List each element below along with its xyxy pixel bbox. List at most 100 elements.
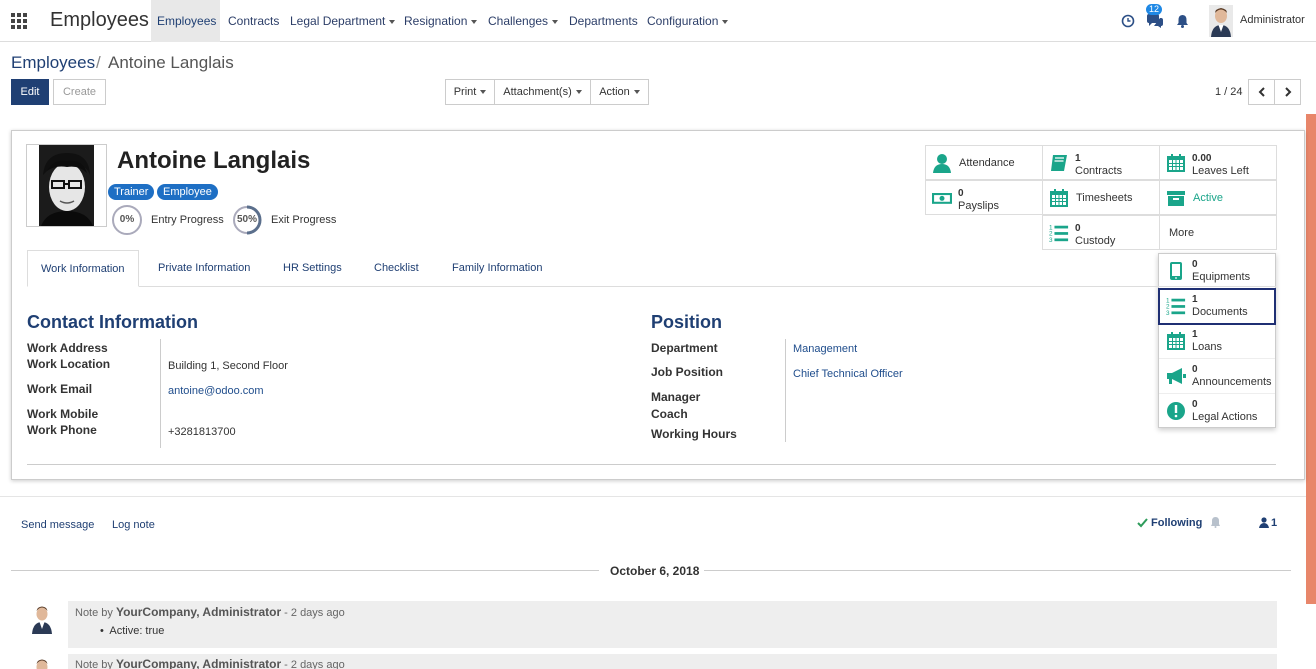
leaves-left-button[interactable]: 0.00 Leaves Left xyxy=(1159,145,1277,180)
pager-next-button[interactable] xyxy=(1274,79,1301,105)
pager-value: 1 / 24 xyxy=(1215,86,1243,98)
tab-checklist[interactable]: Checklist xyxy=(361,250,432,287)
messages-count-badge: 12 xyxy=(1146,4,1163,15)
entry-progress-circle: 0% xyxy=(112,205,142,235)
menu-contracts[interactable]: Contracts xyxy=(222,0,285,42)
tablet-icon xyxy=(1170,262,1182,280)
pager-previous-button[interactable] xyxy=(1248,79,1275,105)
chevron-right-icon xyxy=(1284,87,1291,97)
tag-employee[interactable]: Employee xyxy=(157,184,218,200)
employee-photo[interactable] xyxy=(26,144,107,227)
followers-user-icon[interactable] xyxy=(1259,517,1269,528)
department-link[interactable]: Management xyxy=(793,343,857,355)
work-location-label: Work Location xyxy=(27,357,111,371)
menu-configuration[interactable]: Configuration xyxy=(641,0,734,42)
position-column-divider xyxy=(785,339,786,442)
breadcrumb-current: Antoine Langlais xyxy=(108,53,234,72)
more-dropdown-menu: 0 Equipments 123 1 Documents 1 Loans 0 Annou… xyxy=(1158,253,1276,428)
position-section-title: Position xyxy=(651,312,722,332)
note-body: • Active: true xyxy=(100,625,165,637)
author-avatar[interactable] xyxy=(31,657,53,669)
active-toggle-button[interactable]: Active xyxy=(1159,180,1277,215)
breadcrumb-separator: / xyxy=(96,53,101,72)
department-label: Department xyxy=(651,341,718,355)
tab-work-information[interactable]: Work Information xyxy=(27,250,139,287)
date-separator-left xyxy=(11,570,599,571)
payslips-button[interactable]: 0 Payslips xyxy=(925,180,1043,215)
chatter-note: Note by YourCompany, Administrator - 2 d… xyxy=(68,654,1277,669)
svg-text:3: 3 xyxy=(1049,237,1053,243)
edit-button[interactable]: Edit xyxy=(11,79,49,105)
send-message-button[interactable]: Send message xyxy=(21,519,94,531)
chevron-down-icon xyxy=(471,19,478,24)
author-avatar[interactable] xyxy=(31,604,53,634)
tag-trainer[interactable]: Trainer xyxy=(108,184,155,200)
menu-challenges[interactable]: Challenges xyxy=(482,0,564,42)
log-note-button[interactable]: Log note xyxy=(112,519,155,531)
work-mobile-label: Work Mobile xyxy=(27,407,99,421)
side-stripe xyxy=(1306,114,1316,604)
app-title: Employees xyxy=(50,9,149,31)
job-position-link[interactable]: Chief Technical Officer xyxy=(793,368,903,380)
timesheets-button[interactable]: Timesheets xyxy=(1042,180,1160,215)
megaphone-icon xyxy=(1167,368,1186,384)
note-header: Note by YourCompany, Administrator - 2 d… xyxy=(75,657,345,669)
money-icon xyxy=(932,193,952,204)
note-author-link[interactable]: YourCompany, Administrator xyxy=(116,657,281,669)
equipments-item[interactable]: 0 Equipments xyxy=(1159,254,1275,289)
create-button[interactable]: Create xyxy=(53,79,106,105)
tab-hr-settings[interactable]: HR Settings xyxy=(270,250,355,287)
exclamation-circle-icon xyxy=(1167,402,1185,420)
entry-progress-label: Entry Progress xyxy=(151,214,224,226)
attachments-button[interactable]: Attachment(s) xyxy=(494,79,591,105)
chatter-note: Note by YourCompany, Administrator - 2 d… xyxy=(68,601,1277,648)
menu-employees[interactable]: Employees xyxy=(151,0,220,42)
note-author-link[interactable]: YourCompany, Administrator xyxy=(116,605,281,619)
custody-button[interactable]: 123 0 Custody xyxy=(1042,215,1160,250)
svg-text:3: 3 xyxy=(1166,310,1170,316)
print-button[interactable]: Print xyxy=(445,79,495,105)
archive-icon xyxy=(1167,191,1185,206)
employee-name: Antoine Langlais xyxy=(117,147,311,174)
job-position-label: Job Position xyxy=(651,365,723,379)
tab-private-information[interactable]: Private Information xyxy=(145,250,263,287)
bell-icon[interactable] xyxy=(1176,14,1189,28)
calendar-icon xyxy=(1167,154,1185,172)
attendance-button[interactable]: Attendance xyxy=(925,145,1043,180)
breadcrumb-root[interactable]: Employees xyxy=(11,53,95,73)
book-icon xyxy=(1051,155,1067,171)
chevron-down-icon xyxy=(389,19,396,24)
work-email-link[interactable]: antoine@odoo.com xyxy=(168,385,264,397)
announcements-item[interactable]: 0 Announcements xyxy=(1159,359,1275,394)
work-phone-value: +3281813700 xyxy=(168,426,236,438)
date-separator-right xyxy=(704,570,1291,571)
work-email-label: Work Email xyxy=(27,382,93,396)
clock-icon[interactable] xyxy=(1121,14,1135,28)
bell-icon[interactable] xyxy=(1210,516,1221,528)
user-avatar[interactable] xyxy=(1209,5,1233,37)
menu-departments[interactable]: Departments xyxy=(563,0,644,42)
contracts-button[interactable]: 1 Contracts xyxy=(1042,145,1160,180)
working-hours-label: Working Hours xyxy=(651,427,737,441)
more-button[interactable]: More xyxy=(1159,215,1277,250)
loans-item[interactable]: 1 Loans xyxy=(1159,324,1275,359)
chevron-left-icon xyxy=(1258,87,1265,97)
user-name[interactable]: Administrator xyxy=(1240,14,1305,26)
following-button[interactable]: Following xyxy=(1151,517,1202,529)
tab-family-information[interactable]: Family Information xyxy=(439,250,555,287)
date-separator-label: October 6, 2018 xyxy=(610,564,700,578)
menu-resignation[interactable]: Resignation xyxy=(398,0,483,42)
chevron-down-icon xyxy=(552,19,559,24)
employee-photo-image xyxy=(39,145,94,226)
documents-item[interactable]: 123 1 Documents xyxy=(1158,288,1276,325)
apps-grid-icon[interactable] xyxy=(11,13,27,29)
exit-progress-label: Exit Progress xyxy=(271,214,337,226)
calendar-icon xyxy=(1050,189,1068,207)
action-button[interactable]: Action xyxy=(590,79,649,105)
followers-count: 1 xyxy=(1271,517,1278,529)
chevron-down-icon xyxy=(722,19,729,24)
contact-column-divider xyxy=(160,339,161,448)
menu-legal-department[interactable]: Legal Department xyxy=(284,0,401,42)
legal-actions-item[interactable]: 0 Legal Actions xyxy=(1159,394,1275,429)
chat-icon[interactable] xyxy=(1146,13,1164,29)
